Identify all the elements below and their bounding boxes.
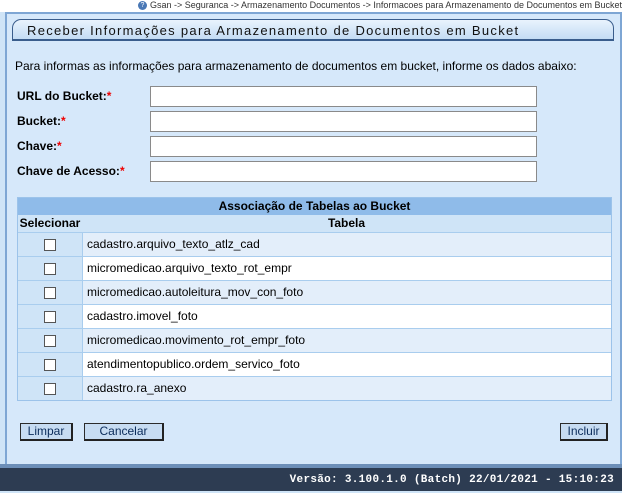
cancelar-button[interactable]: Cancelar xyxy=(84,423,164,441)
table-name-cell: cadastro.ra_anexo xyxy=(82,377,611,400)
col-header-table: Tabela xyxy=(327,216,366,230)
breadcrumb: ? Gsan -> Seguranca -> Armazenamento Docu… xyxy=(0,0,622,12)
select-checkbox[interactable] xyxy=(44,262,56,275)
select-checkbox[interactable] xyxy=(44,310,56,323)
table-name-cell: micromedicao.autoleitura_mov_con_foto xyxy=(82,281,611,304)
table-name-cell: cadastro.arquivo_texto_atlz_cad xyxy=(82,233,611,256)
table-name-cell: atendimentopublico.ordem_servico_foto xyxy=(82,353,611,376)
select-checkbox[interactable] xyxy=(44,286,56,299)
required-mark: * xyxy=(106,89,112,103)
chave-acesso-input[interactable] xyxy=(150,161,537,182)
help-icon[interactable]: ? xyxy=(138,1,147,11)
chave-input[interactable] xyxy=(150,136,537,157)
table-row: atendimentopublico.ordem_servico_foto xyxy=(18,352,611,376)
select-checkbox[interactable] xyxy=(44,238,56,251)
select-checkbox[interactable] xyxy=(44,382,56,395)
select-checkbox[interactable] xyxy=(44,358,56,371)
incluir-button[interactable]: Incluir xyxy=(560,423,608,441)
tables-association-table: Associação de Tabelas ao Bucket Selecion… xyxy=(17,197,612,401)
chave-acesso-label: Chave de Acesso:* xyxy=(17,164,125,178)
required-mark: * xyxy=(119,164,125,178)
limpar-button[interactable]: Limpar xyxy=(20,423,73,441)
url-label: URL do Bucket:* xyxy=(17,89,112,103)
table-row: micromedicao.arquivo_texto_rot_empr xyxy=(18,256,611,280)
table-caption: Associação de Tabelas ao Bucket xyxy=(18,198,611,215)
required-mark: * xyxy=(57,139,62,153)
table-name-cell: micromedicao.movimento_rot_empr_foto xyxy=(82,329,611,352)
table-row: cadastro.imovel_foto xyxy=(18,304,611,328)
required-mark: * xyxy=(61,114,66,128)
select-checkbox[interactable] xyxy=(44,334,56,347)
table-name-cell: micromedicao.arquivo_texto_rot_empr xyxy=(82,257,611,280)
table-row: cadastro.ra_anexo xyxy=(18,376,611,400)
col-header-select: Selecionar xyxy=(19,216,81,230)
table-header: Selecionar Tabela xyxy=(18,215,611,232)
table-name-cell: cadastro.imovel_foto xyxy=(82,305,611,328)
bucket-input[interactable] xyxy=(150,111,537,132)
intro-text: Para informas as informações para armaze… xyxy=(15,59,577,73)
table-row: cadastro.arquivo_texto_atlz_cad xyxy=(18,232,611,256)
bucket-label: Bucket:* xyxy=(17,114,66,128)
breadcrumb-text: Gsan -> Seguranca -> Armazenamento Docum… xyxy=(150,0,622,11)
page-title: Receber Informações para Armazenamento d… xyxy=(12,19,614,41)
version-footer: Versão: 3.100.1.0 (Batch) 22/01/2021 - 1… xyxy=(0,468,622,491)
table-row: micromedicao.movimento_rot_empr_foto xyxy=(18,328,611,352)
chave-label: Chave:* xyxy=(17,139,62,153)
table-row: micromedicao.autoleitura_mov_con_foto xyxy=(18,280,611,304)
url-bucket-input[interactable] xyxy=(150,86,537,107)
